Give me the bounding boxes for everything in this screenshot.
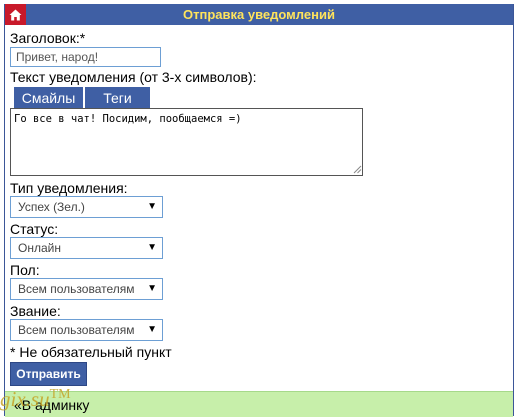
app-frame: Отправка уведомлений Заголовок:* Текст у… — [4, 4, 514, 417]
status-select-value: Онлайн — [18, 241, 61, 255]
dropdown-arrow-icon: ▼ — [147, 201, 157, 212]
home-icon — [9, 9, 22, 20]
status-label: Статус: — [10, 221, 59, 237]
type-select[interactable]: Успех (Зел.) ▼ — [10, 196, 163, 218]
gender-select-value: Всем пользователям — [18, 282, 135, 296]
header-input[interactable] — [10, 47, 161, 67]
dropdown-arrow-icon: ▼ — [147, 283, 157, 294]
header-label: Заголовок:* — [10, 30, 86, 46]
optional-note: * Не обязательный пункт — [10, 344, 172, 360]
resize-grip-icon[interactable] — [353, 165, 362, 174]
status-select[interactable]: Онлайн ▼ — [10, 237, 163, 259]
message-textarea[interactable]: Го все в чат! Посидим, пообщаемся =) — [10, 108, 363, 176]
submit-button[interactable]: Отправить — [10, 362, 87, 386]
title-bar: Отправка уведомлений — [5, 4, 513, 25]
watermark-logo: gix.suTM — [0, 387, 71, 416]
type-label: Тип уведомления: — [10, 180, 128, 196]
gender-select[interactable]: Всем пользователям ▼ — [10, 278, 163, 300]
rank-select[interactable]: Всем пользователям ▼ — [10, 319, 163, 341]
rank-select-value: Всем пользователям — [18, 323, 135, 337]
page-title: Отправка уведомлений — [183, 7, 335, 22]
footer-bar: «В админку — [5, 391, 513, 417]
dropdown-arrow-icon: ▼ — [147, 324, 157, 335]
watermark-tm: TM — [49, 387, 71, 402]
home-button[interactable] — [5, 4, 26, 25]
gender-label: Пол: — [10, 262, 40, 278]
tab-tags[interactable]: Теги — [85, 87, 150, 108]
dropdown-arrow-icon: ▼ — [147, 242, 157, 253]
text-label: Текст уведомления (от 3-х символов): — [10, 69, 257, 85]
rank-label: Звание: — [10, 303, 61, 319]
watermark-text: gix.su — [0, 387, 50, 411]
tab-smileys[interactable]: Смайлы — [14, 87, 83, 108]
type-select-value: Успех (Зел.) — [18, 200, 85, 214]
